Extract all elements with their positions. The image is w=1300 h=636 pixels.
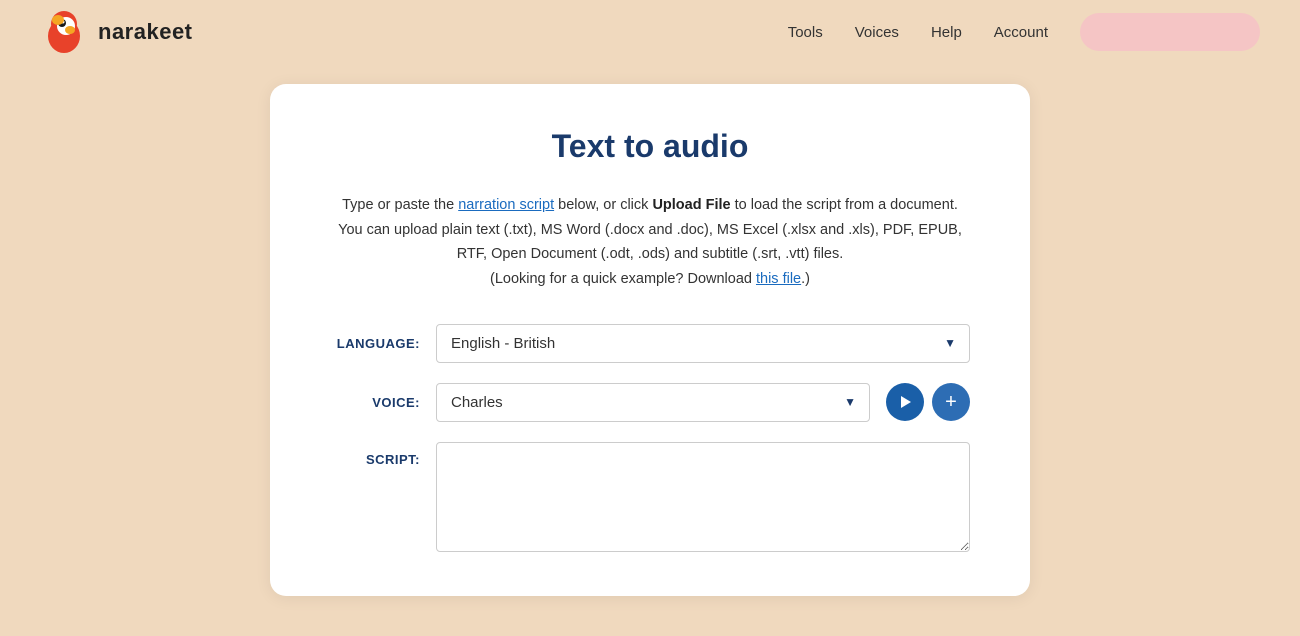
nav-tools[interactable]: Tools [788,24,823,41]
nav-cta-button[interactable] [1080,13,1260,51]
narration-script-link[interactable]: narration script [458,197,554,213]
language-select-wrapper: English - British English - American Spa… [436,324,970,363]
script-row: SCRIPT: [330,442,970,552]
description: Type or paste the narration script below… [330,193,970,292]
logo-icon [40,8,88,56]
this-file-link[interactable]: this file [756,271,801,287]
nav-links: Tools Voices Help Account [788,24,1048,41]
language-label: LANGUAGE: [330,336,420,351]
navbar: narakeet Tools Voices Help Account [0,0,1300,64]
nav-voices[interactable]: Voices [855,24,899,41]
voice-label: VOICE: [330,395,420,410]
play-voice-button[interactable] [886,383,924,421]
language-row: LANGUAGE: English - British English - Am… [330,324,970,363]
nav-help[interactable]: Help [931,24,962,41]
main-card: Text to audio Type or paste the narratio… [270,84,1030,596]
main-content: Text to audio Type or paste the narratio… [0,64,1300,636]
page-title: Text to audio [330,128,970,165]
language-select[interactable]: English - British English - American Spa… [436,324,970,363]
upload-file-bold: Upload File [652,197,730,213]
play-icon [901,396,911,408]
voice-controls: + [886,383,970,421]
desc-text-4: (Looking for a quick example? Download [490,271,756,287]
desc-text-5: .) [801,271,810,287]
logo[interactable]: narakeet [40,8,193,56]
logo-text: narakeet [98,19,193,45]
voice-select[interactable]: Charles Alice Bob Emma James [436,383,870,422]
script-textarea[interactable] [436,442,970,552]
nav-account[interactable]: Account [994,24,1048,41]
add-voice-button[interactable]: + [932,383,970,421]
voice-select-wrapper: Charles Alice Bob Emma James ▼ [436,383,870,422]
voice-row: VOICE: Charles Alice Bob Emma James ▼ + [330,383,970,422]
script-label: SCRIPT: [330,442,420,467]
desc-text-2: below, or click [554,197,652,213]
desc-text-1: Type or paste the [342,197,458,213]
